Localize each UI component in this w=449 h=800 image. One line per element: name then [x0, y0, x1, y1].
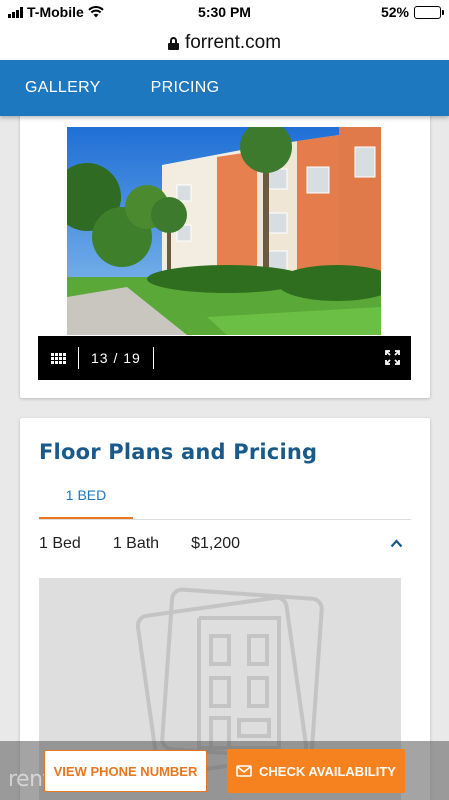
battery-group: 52% [380, 4, 444, 20]
fullscreen-icon[interactable] [385, 350, 400, 365]
battery-percent: 52% [380, 4, 409, 20]
button-label: VIEW PHONE NUMBER [53, 763, 198, 779]
gallery-controls: 13 / 19 [38, 336, 411, 380]
floor-plan-row[interactable]: 1 Bed 1 Bath $1,200 [39, 535, 411, 553]
view-phone-number-button[interactable]: VIEW PHONE NUMBER [44, 750, 207, 792]
previous-photo-icon[interactable] [48, 214, 62, 238]
tab-1-bed[interactable]: 1 BED [39, 480, 133, 520]
address-bar[interactable]: forrent.com [0, 26, 449, 60]
tab-pricing[interactable]: PRICING [151, 79, 220, 97]
tab-gallery[interactable]: GALLERY [25, 79, 101, 97]
check-availability-button[interactable]: CHECK AVAILABILITY [227, 749, 405, 793]
plan-beds: 1 Bed [39, 535, 81, 552]
tab-label: 1 BED [65, 487, 107, 503]
plan-price: $1,200 [191, 535, 241, 552]
divider [78, 347, 79, 369]
photo-illustration [67, 127, 381, 335]
photo-counter: 13 / 19 [91, 350, 141, 366]
section-nav: GALLERY PRICING [0, 60, 449, 116]
grid-view-icon[interactable] [51, 352, 66, 364]
button-label: CHECK AVAILABILITY [259, 763, 396, 779]
mail-icon [236, 765, 252, 777]
bottom-action-bar: rentlinx VIEW PHONE NUMBER CHECK AVAILAB… [0, 741, 449, 800]
lock-icon [167, 36, 179, 50]
chevron-up-icon[interactable] [390, 539, 403, 548]
status-bar: T-Mobile 5:30 PM 52% [0, 0, 449, 26]
property-photo[interactable] [67, 127, 381, 335]
gallery-card: 13 / 19 [20, 110, 430, 398]
tab-divider [39, 519, 411, 520]
divider [152, 347, 154, 369]
battery-icon [414, 5, 444, 19]
section-title: Floor Plans and Pricing [39, 440, 318, 464]
plan-baths: 1 Bath [112, 535, 160, 552]
url-text: forrent.com [184, 32, 282, 53]
next-photo-icon[interactable] [384, 214, 398, 238]
